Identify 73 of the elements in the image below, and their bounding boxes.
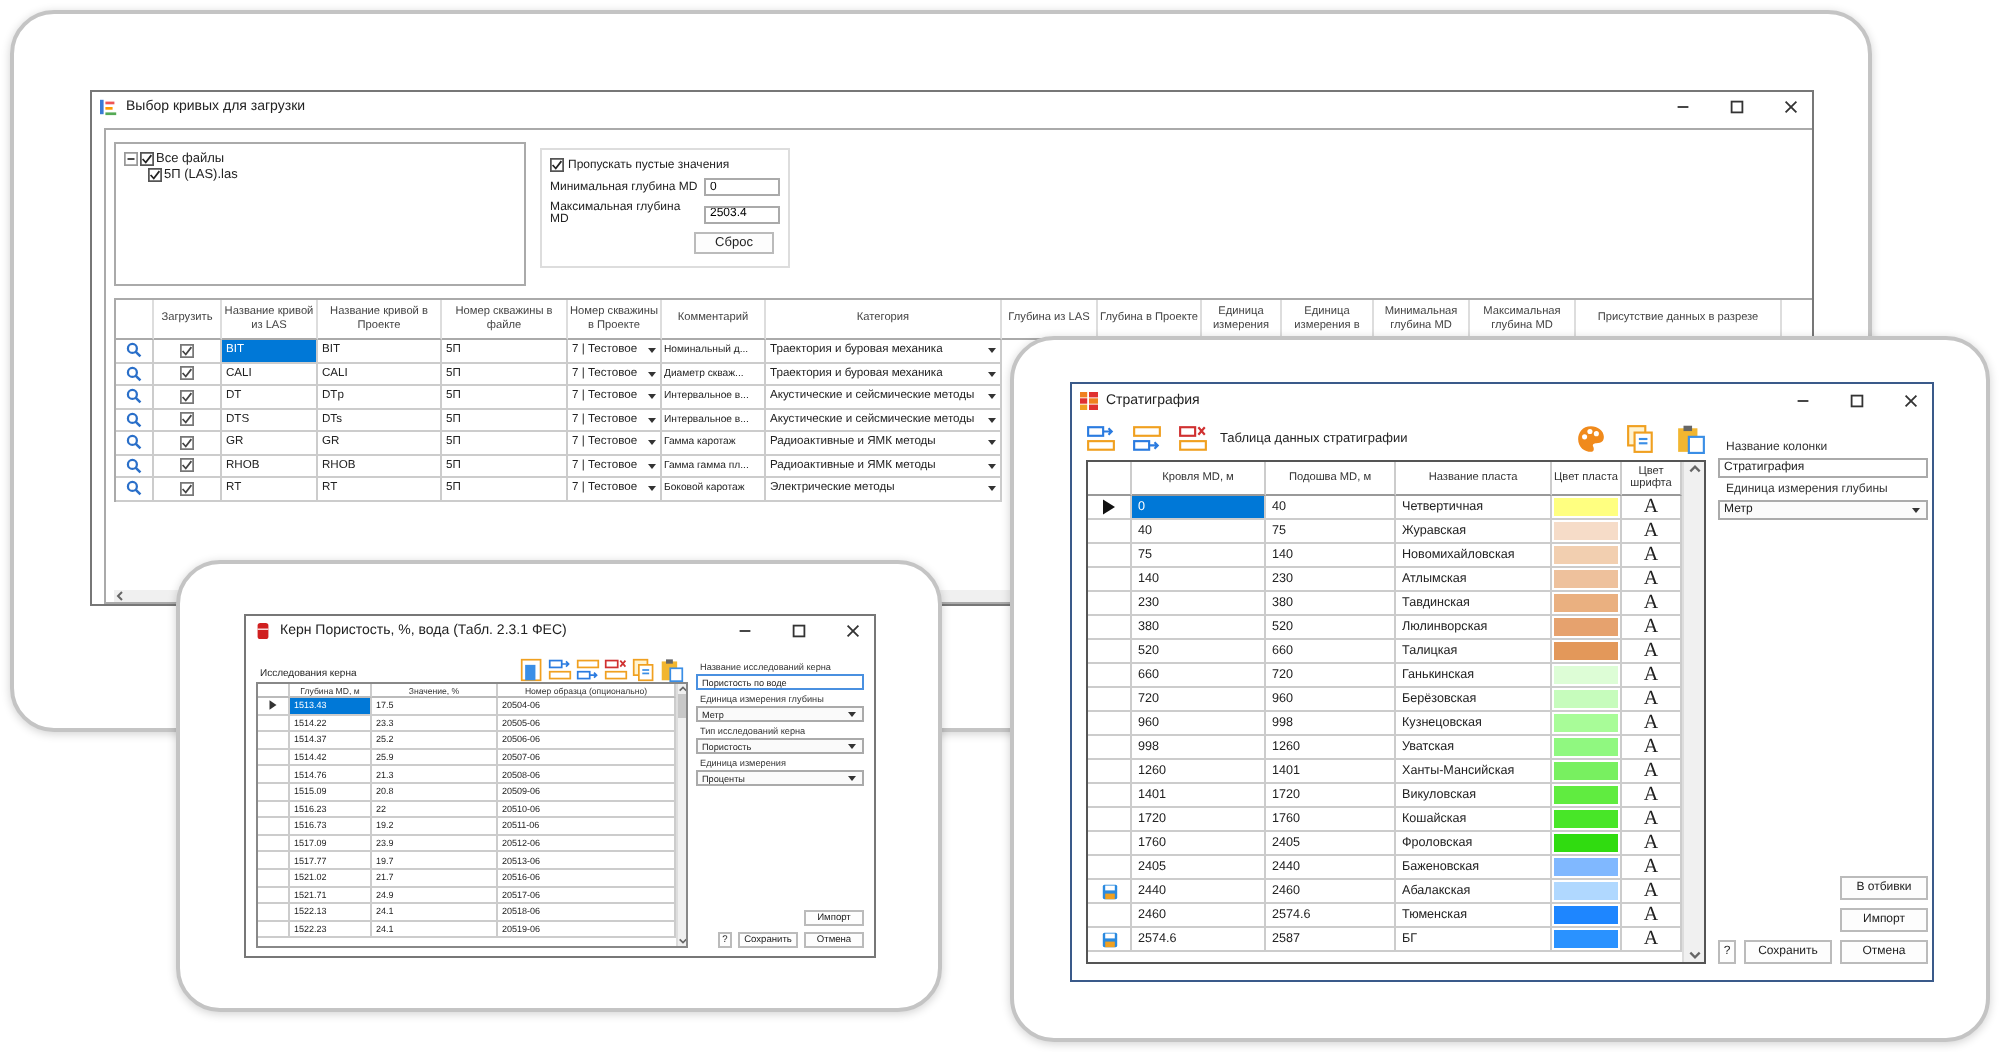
insert-row-icon[interactable] [576,658,600,682]
checkbox[interactable] [180,366,194,381]
delete-row-icon[interactable] [1178,423,1208,453]
delete-row-icon[interactable] [604,658,628,682]
search-icon[interactable] [126,457,142,474]
search-icon[interactable] [126,434,142,451]
checkbox[interactable] [180,481,194,496]
color-swatch[interactable] [1554,618,1618,636]
insert-row-icon[interactable] [1132,423,1162,453]
color-swatch[interactable] [1554,642,1618,660]
close-button[interactable] [844,621,862,639]
scroll-left-icon[interactable] [114,590,126,602]
checkbox[interactable] [180,412,194,427]
color-swatch[interactable] [1554,810,1618,828]
color-swatch[interactable] [1554,858,1618,876]
maximize-button[interactable] [1848,391,1866,409]
scrollbar[interactable] [1682,462,1704,962]
dropdown-icon [846,740,858,752]
checkbox[interactable] [148,167,162,181]
copy-icon[interactable] [1626,423,1656,453]
color-swatch[interactable] [1554,498,1618,516]
maximize-button[interactable] [1728,98,1746,116]
add-row-icon[interactable] [548,658,572,682]
color-swatch[interactable] [1554,690,1618,708]
scroll-down-icon[interactable] [678,936,686,946]
table-icon[interactable] [520,658,544,682]
search-icon[interactable] [126,365,142,382]
scroll-up-icon[interactable] [678,684,686,694]
paste-icon[interactable] [660,658,684,682]
collapse-icon[interactable] [124,151,138,165]
scroll-up-icon[interactable] [1687,462,1701,476]
app-icon [100,98,118,116]
color-swatch[interactable] [1554,570,1618,588]
color-swatch[interactable] [1554,882,1618,900]
color-swatch[interactable] [1554,546,1618,564]
save-icon [1101,883,1117,899]
checkbox[interactable] [180,435,194,450]
app-icon [1080,391,1098,409]
add-row-icon[interactable] [1086,423,1116,453]
paste-icon[interactable] [1676,423,1706,453]
dropdown-icon [1910,504,1922,516]
copy-icon[interactable] [632,658,656,682]
color-swatch[interactable] [1554,714,1618,732]
checkbox[interactable] [550,158,564,172]
color-swatch[interactable] [1554,522,1618,540]
color-swatch[interactable] [1554,762,1618,780]
close-button[interactable] [1782,98,1800,116]
color-swatch[interactable] [1554,594,1618,612]
color-swatch[interactable] [1554,906,1618,924]
checkbox[interactable] [180,458,194,473]
app-icon [254,621,272,639]
checkbox[interactable] [180,343,194,358]
save-icon [1101,931,1117,947]
color-swatch[interactable] [1554,834,1618,852]
maximize-button[interactable] [790,621,808,639]
dropdown-icon [846,772,858,784]
checkbox[interactable] [180,389,194,404]
dropdown-icon [846,708,858,720]
color-swatch[interactable] [1554,666,1618,684]
scroll-down-icon[interactable] [1687,948,1701,962]
current-row-icon [266,698,280,713]
scrollbar[interactable] [676,684,686,946]
close-button[interactable] [1902,391,1920,409]
color-swatch[interactable] [1554,786,1618,804]
search-icon[interactable] [126,388,142,405]
color-swatch[interactable] [1554,738,1618,756]
search-icon[interactable] [126,342,142,359]
checkbox[interactable] [140,151,154,165]
search-icon[interactable] [126,411,142,428]
search-icon[interactable] [126,480,142,497]
color-swatch[interactable] [1554,930,1618,948]
current-row-icon [1100,498,1118,516]
palette-icon[interactable] [1576,423,1606,453]
